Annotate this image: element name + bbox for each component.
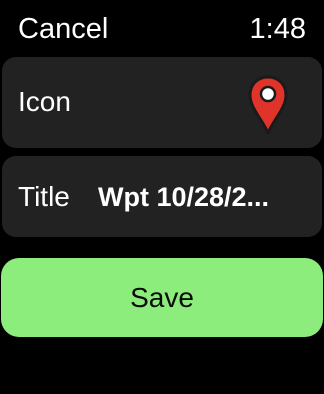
save-button[interactable]: Save (1, 258, 323, 337)
map-pin-icon (248, 75, 288, 135)
title-row[interactable]: Title Wpt 10/28/2... (2, 156, 322, 237)
status-bar: Cancel 1:48 (0, 0, 324, 56)
icon-row[interactable]: Icon (2, 57, 322, 148)
title-value: Wpt 10/28/2... (98, 182, 270, 212)
clock-time: 1:48 (249, 13, 306, 45)
icon-row-label: Icon (18, 86, 71, 117)
title-row-label: Title (18, 181, 70, 212)
cancel-button[interactable]: Cancel (18, 12, 108, 46)
